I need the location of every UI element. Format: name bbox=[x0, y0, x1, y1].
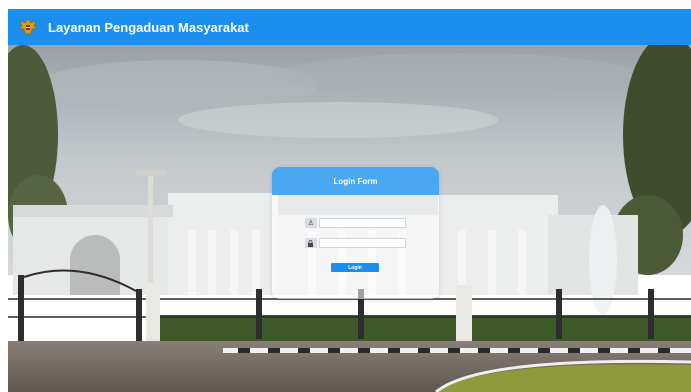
lock-icon bbox=[305, 238, 317, 248]
user-icon: ♙ bbox=[305, 218, 317, 228]
garuda-emblem-icon bbox=[17, 16, 39, 38]
password-input[interactable] bbox=[318, 238, 406, 248]
username-input[interactable] bbox=[318, 218, 406, 228]
password-field-group bbox=[305, 238, 406, 248]
top-navbar: Layanan Pengaduan Masyarakat bbox=[8, 9, 691, 45]
login-button[interactable]: Login bbox=[331, 263, 379, 272]
login-form-card: Login Form ♙ Login bbox=[272, 167, 439, 299]
app-frame: Layanan Pengaduan Masyarakat Login Form … bbox=[8, 9, 691, 392]
app-title: Layanan Pengaduan Masyarakat bbox=[48, 19, 249, 35]
palace-background-image: Login Form ♙ Login bbox=[8, 45, 691, 392]
login-form-title: Login Form bbox=[272, 167, 439, 195]
username-field-group: ♙ bbox=[305, 218, 406, 228]
